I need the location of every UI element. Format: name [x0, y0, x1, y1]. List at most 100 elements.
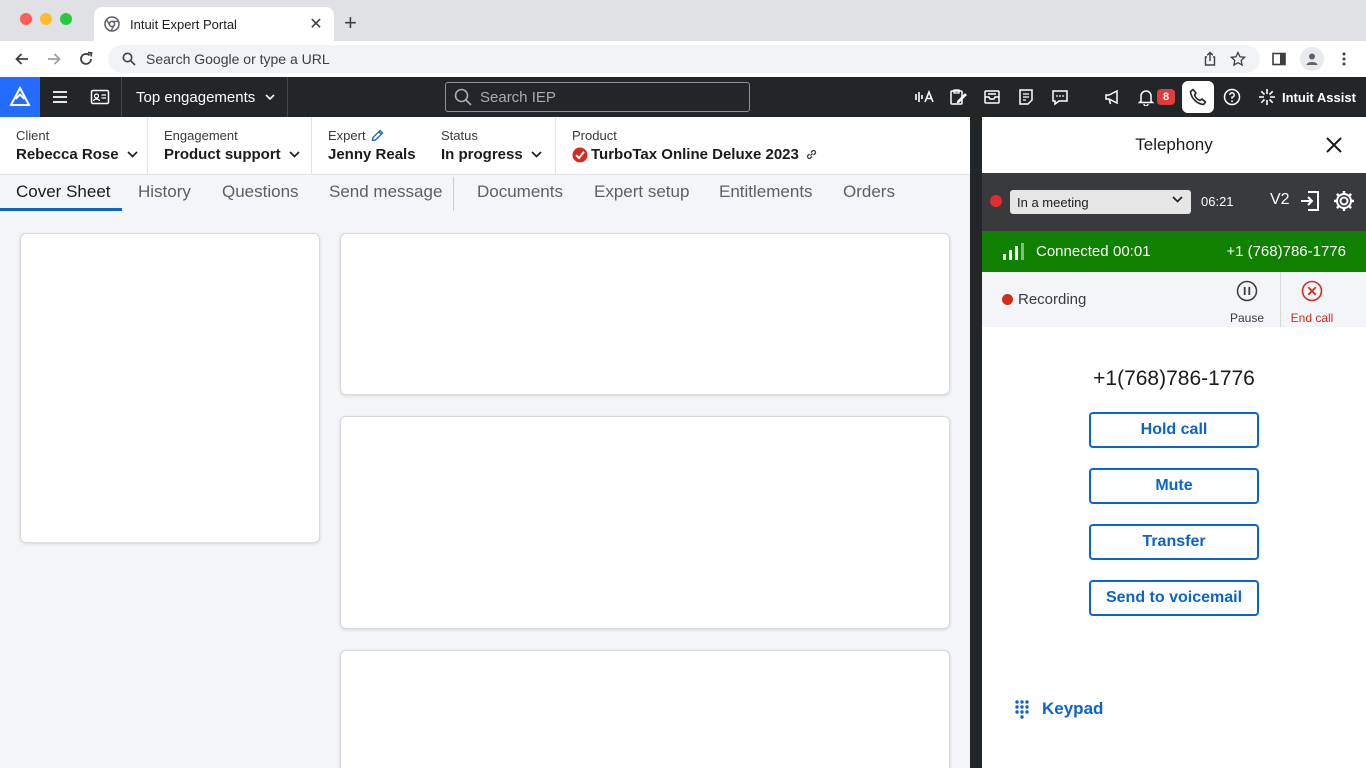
dialed-number: +1(768)786-1776 — [1093, 367, 1255, 390]
forward-arrow-icon[interactable] — [44, 49, 64, 69]
status-value: In progress — [441, 146, 542, 163]
info-divider — [555, 117, 556, 175]
telephony-panel: Telephony In a meeting 06:21 V2 Connecte… — [982, 117, 1366, 768]
status-timer: 06:21 — [1201, 194, 1234, 209]
top-engagements-dropdown[interactable]: Top engagements — [136, 77, 275, 117]
client-value: Rebecca Rose — [16, 146, 138, 163]
connected-timer: 00:01 — [1113, 243, 1151, 260]
client-field[interactable]: Client Rebecca Rose — [16, 128, 138, 163]
window-minimize-button[interactable] — [40, 13, 52, 25]
notification-bell-icon[interactable] — [1136, 87, 1156, 107]
bookmark-star-icon[interactable] — [1228, 49, 1248, 69]
engagement-name: Product support — [164, 146, 281, 163]
translate-icon[interactable] — [914, 87, 936, 107]
chrome-favicon-icon — [104, 16, 120, 32]
notification-badge: 8 — [1157, 89, 1175, 105]
product-value-row: TurboTax Online Deluxe 2023 — [572, 146, 818, 163]
side-panel-icon[interactable] — [1269, 49, 1289, 69]
help-icon[interactable] — [1222, 87, 1242, 107]
close-icon[interactable] — [1324, 135, 1344, 155]
turbotax-check-icon — [572, 147, 588, 162]
status-field[interactable]: Status In progress — [441, 128, 542, 163]
send-to-voicemail-button[interactable]: Send to voicemail — [1089, 580, 1259, 616]
browser-menu-icon[interactable] — [1334, 49, 1354, 69]
engagement-field[interactable]: Engagement Product support — [164, 128, 300, 163]
megaphone-icon[interactable] — [1102, 87, 1122, 107]
keypad-grid-icon — [1015, 700, 1029, 719]
tab-questions[interactable]: Questions — [222, 182, 299, 202]
notes-icon[interactable] — [1016, 87, 1036, 107]
window-zoom-button[interactable] — [60, 13, 72, 25]
call-connected-bar: Connected 00:01 +1 (768)786-1776 — [982, 231, 1366, 272]
browser-tab-title: Intuit Expert Portal — [130, 16, 237, 32]
product-field: Product TurboTax Online Deluxe 2023 — [572, 128, 818, 163]
reload-icon[interactable] — [76, 49, 96, 69]
tab-expert-setup[interactable]: Expert setup — [594, 182, 689, 202]
client-label: Client — [16, 128, 50, 143]
back-arrow-icon[interactable] — [12, 49, 32, 69]
new-tab-button[interactable]: + — [344, 11, 357, 35]
agent-status-value: In a meeting — [1017, 194, 1089, 210]
connected-number: +1 (768)786-1776 — [1226, 243, 1346, 260]
tab-send-message[interactable]: Send message — [329, 182, 442, 202]
window-close-button[interactable] — [20, 13, 32, 25]
omnibox-placeholder: Search Google or type a URL — [146, 51, 330, 67]
settings-gear-icon[interactable] — [1332, 189, 1356, 213]
pause-recording-button[interactable]: Pause — [1217, 280, 1277, 325]
sign-out-icon[interactable] — [1298, 189, 1322, 213]
close-tab-icon[interactable]: ✕ — [308, 14, 324, 34]
browser-tabstrip: Intuit Expert Portal ✕ + — [0, 0, 1366, 41]
browser-toolbar: Search Google or type a URL — [0, 41, 1366, 77]
keypad-button[interactable]: Keypad — [1014, 699, 1103, 719]
recording-dot — [1002, 294, 1013, 305]
info-divider — [147, 117, 148, 175]
recording-label: Recording — [1018, 291, 1087, 308]
pencil-edit-icon[interactable] — [371, 129, 384, 142]
app-search-box[interactable] — [445, 82, 750, 112]
search-icon — [454, 88, 472, 106]
share-icon[interactable] — [1200, 49, 1220, 69]
inbox-tray-icon[interactable] — [982, 87, 1002, 107]
link-icon[interactable] — [805, 148, 818, 161]
intuit-logo-icon[interactable] — [0, 77, 40, 117]
header-divider — [287, 77, 288, 117]
telephony-title: Telephony — [1135, 135, 1213, 154]
end-call-label: End call — [1290, 311, 1334, 325]
tab-history[interactable]: History — [138, 182, 191, 202]
mute-button[interactable]: Mute — [1089, 468, 1259, 504]
transfer-button[interactable]: Transfer — [1089, 524, 1259, 560]
hold-call-button[interactable]: Hold call — [1089, 412, 1259, 448]
info-divider — [311, 117, 312, 175]
chevron-down-icon — [265, 94, 275, 100]
app-search-input[interactable] — [480, 88, 740, 106]
end-call-button[interactable]: End call — [1282, 280, 1342, 325]
tab-orders[interactable]: Orders — [843, 182, 895, 202]
tab-entitlements[interactable]: Entitlements — [719, 182, 813, 202]
status-name: In progress — [441, 146, 523, 163]
product-value: TurboTax Online Deluxe 2023 — [591, 146, 799, 163]
hamburger-menu-icon[interactable] — [50, 87, 70, 107]
browser-tab[interactable]: Intuit Expert Portal ✕ — [94, 7, 334, 41]
omnibox[interactable]: Search Google or type a URL — [108, 45, 1260, 73]
status-indicator-dot — [990, 195, 1002, 207]
connected-label: Connected — [1036, 243, 1109, 260]
tab-separator — [453, 177, 454, 211]
phone-icon — [1189, 88, 1207, 106]
clipboard-edit-icon[interactable] — [948, 87, 968, 107]
pause-label: Pause — [1229, 311, 1265, 325]
expert-value: Jenny Reals — [328, 146, 416, 163]
tab-cover-sheet[interactable]: Cover Sheet — [16, 182, 111, 202]
intuit-assist-button[interactable]: Intuit Assist — [1258, 77, 1356, 117]
engagement-tabs: Cover Sheet History Questions Send messa… — [0, 175, 970, 211]
agent-status-select[interactable]: In a meeting — [1010, 190, 1191, 214]
main-content: Client Rebecca Rose Engagement Product s… — [0, 117, 970, 768]
chat-bubble-icon[interactable] — [1050, 87, 1070, 107]
header-divider — [121, 77, 122, 117]
sparkle-icon — [1259, 89, 1275, 105]
search-icon — [122, 52, 136, 66]
profile-avatar-icon[interactable] — [1300, 47, 1324, 71]
contact-card-icon[interactable] — [90, 87, 110, 107]
tab-documents[interactable]: Documents — [477, 182, 563, 202]
pause-icon — [1236, 280, 1258, 302]
telephony-phone-button[interactable] — [1182, 81, 1214, 113]
